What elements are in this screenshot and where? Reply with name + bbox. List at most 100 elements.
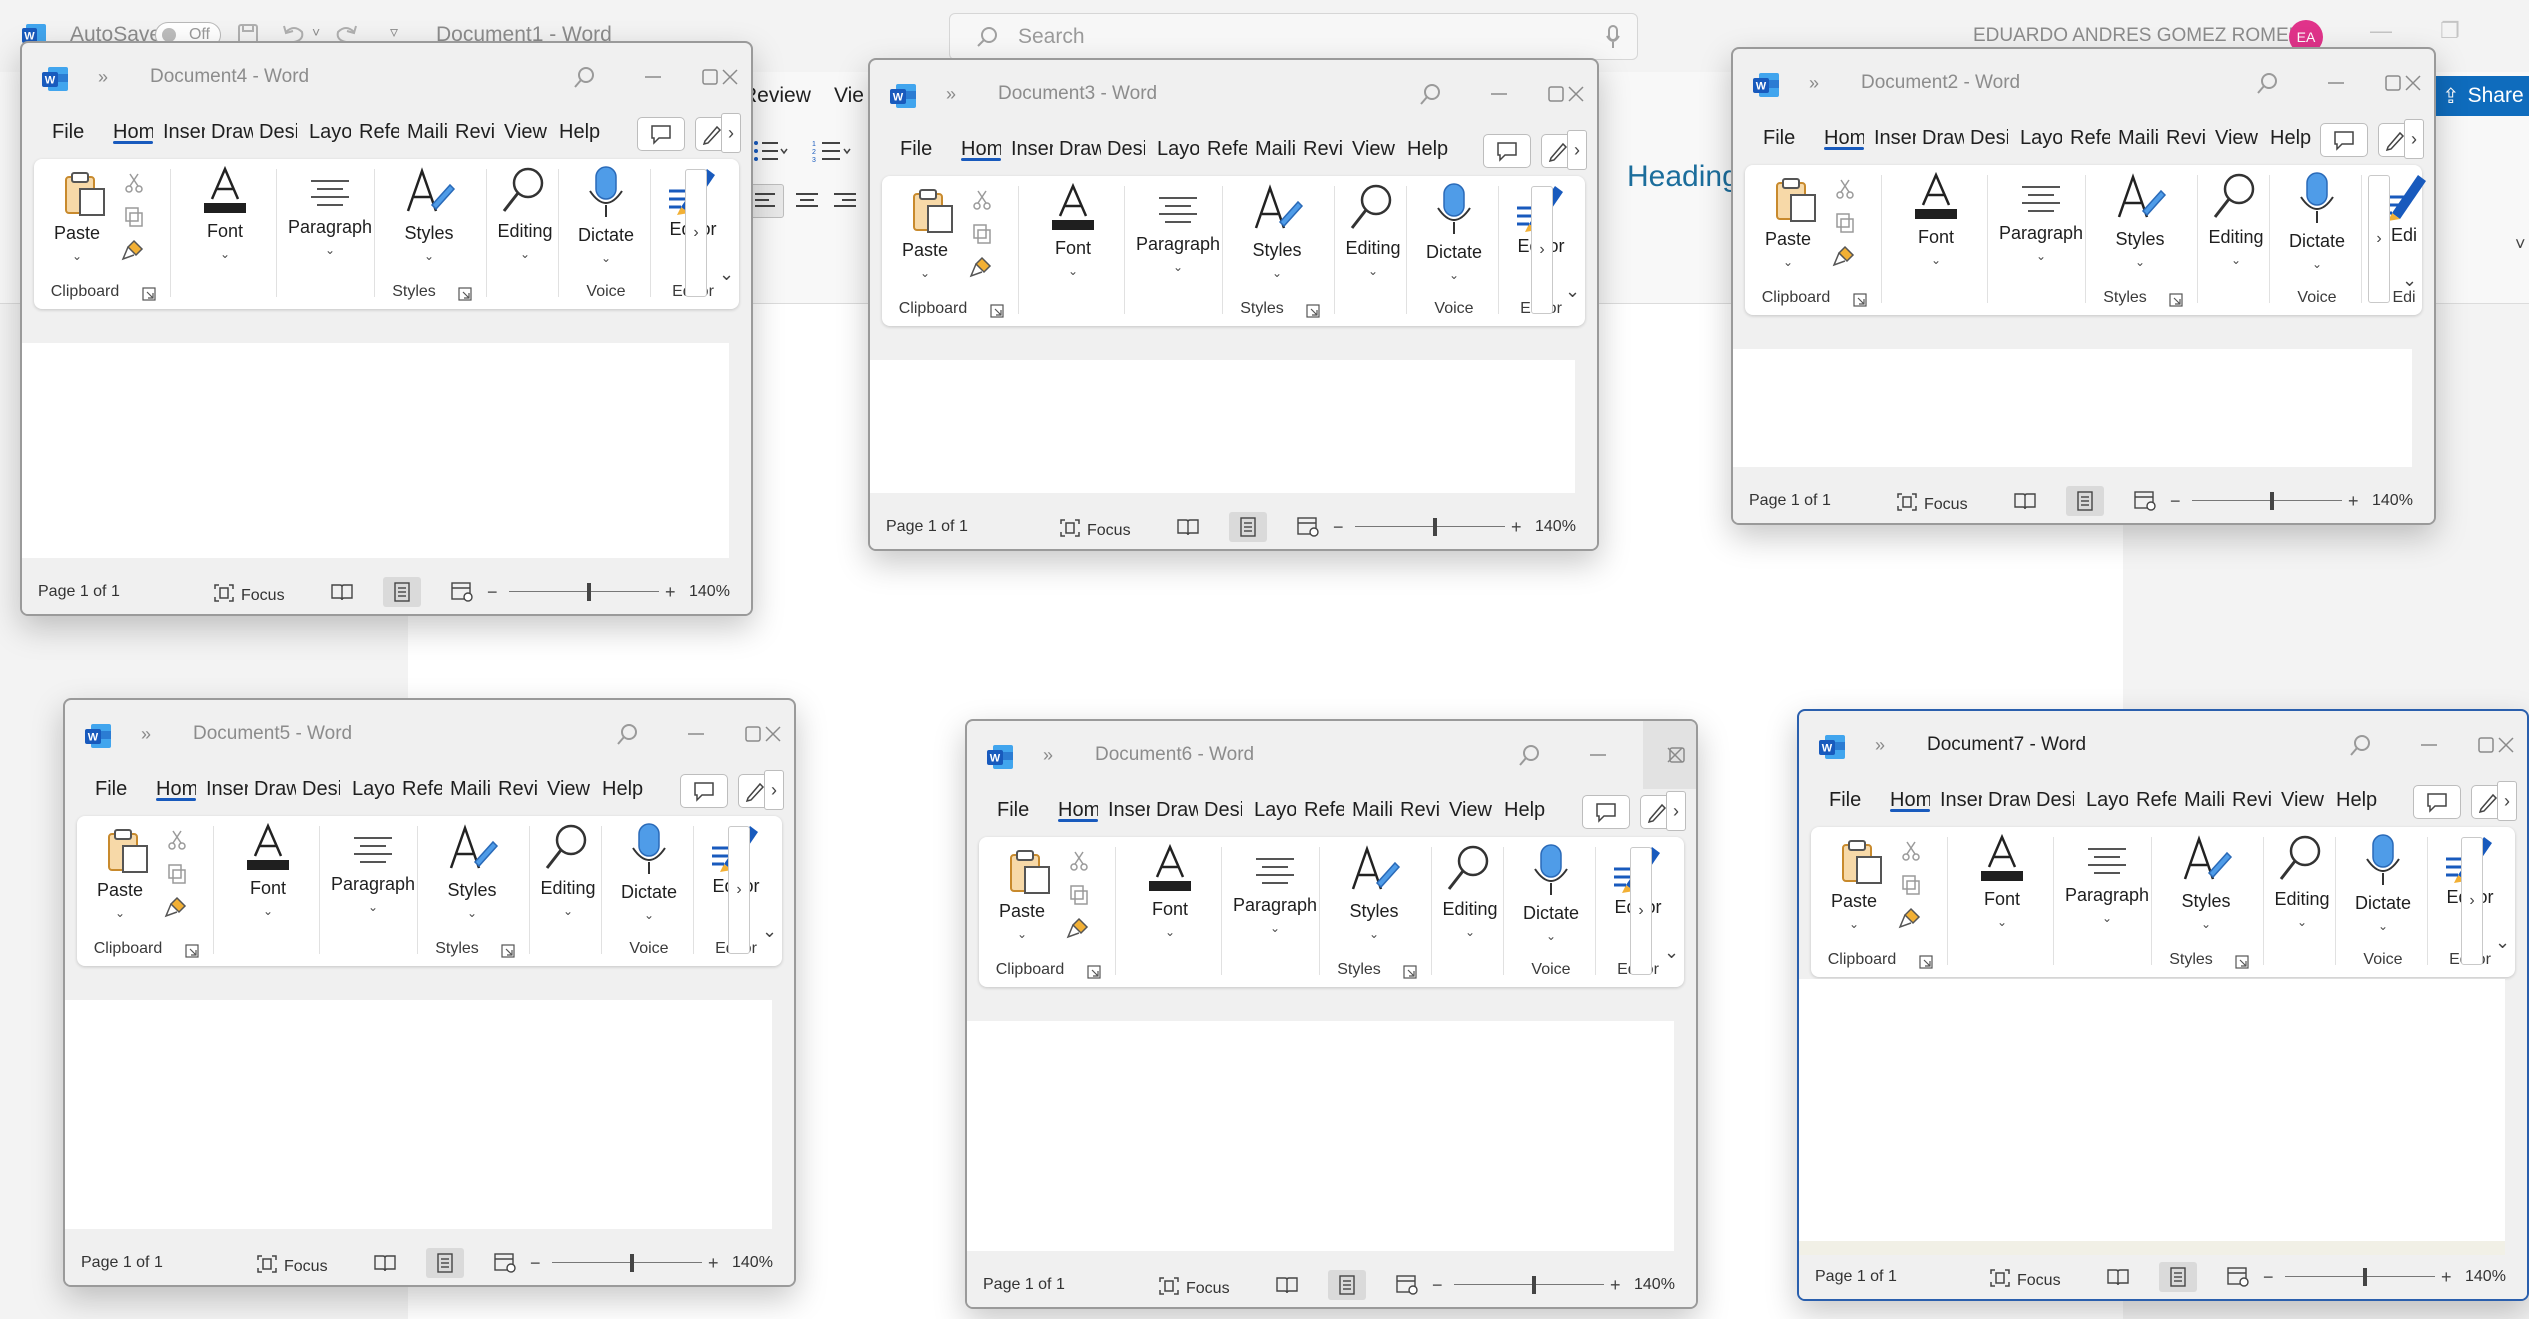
font-dropdown-icon[interactable]: ⌄: [1121, 925, 1219, 939]
copy-icon[interactable]: [1899, 873, 1923, 902]
tab-design[interactable]: Desi: [2036, 789, 2074, 812]
tab-draw[interactable]: Draw: [1922, 127, 1964, 150]
document-page[interactable]: [65, 1000, 772, 1229]
align-center-icon[interactable]: [792, 186, 822, 216]
tabs-overflow-icon[interactable]: ›: [764, 770, 784, 810]
styles-icon[interactable]: [417, 822, 527, 879]
tab-view[interactable]: View: [2281, 789, 2324, 812]
zoom-level[interactable]: 140%: [732, 1254, 773, 1272]
styles-dropdown-icon[interactable]: ⌄: [2085, 255, 2195, 269]
ribbon-overflow-icon[interactable]: ›: [685, 169, 707, 297]
print-layout-button[interactable]: [383, 577, 421, 607]
format-painter-icon[interactable]: [1065, 915, 1091, 946]
paragraph-button-label[interactable]: Paragraph: [279, 217, 381, 238]
tab-draw[interactable]: Draw: [1059, 138, 1101, 161]
ribbon-overflow-icon[interactable]: ›: [1531, 186, 1553, 314]
styles-button-label[interactable]: Styles: [374, 223, 484, 244]
more-commands-icon[interactable]: »: [141, 724, 151, 745]
paste-icon[interactable]: [60, 169, 110, 224]
tabs-overflow-icon[interactable]: ›: [721, 113, 741, 153]
zoom-out-icon[interactable]: −: [1432, 1275, 1443, 1296]
tab-help[interactable]: Help: [602, 778, 643, 801]
paragraph-dropdown-icon[interactable]: ⌄: [2056, 911, 2158, 925]
styles-dropdown-icon[interactable]: ⌄: [2151, 917, 2261, 931]
format-painter-icon[interactable]: [120, 237, 146, 268]
paste-dropdown-icon[interactable]: ⌄: [87, 906, 153, 920]
paragraph-dropdown-icon[interactable]: ⌄: [1127, 260, 1229, 274]
font-dropdown-icon[interactable]: ⌄: [219, 904, 317, 918]
align-right-icon[interactable]: [830, 186, 860, 216]
dictate-dropdown-icon[interactable]: ⌄: [2273, 257, 2361, 271]
page-count[interactable]: Page 1 of 1: [983, 1276, 1065, 1294]
title-bar[interactable]: W » Document7 - Word: [1799, 711, 2527, 781]
word-window-doc7[interactable]: W » Document7 - Word File Hom Inser Draw Desi La…: [1797, 709, 2529, 1301]
cut-icon[interactable]: [1899, 839, 1923, 868]
word-window-doc5[interactable]: W » Document5 - Word File Hom Inser Draw Desi La…: [63, 698, 796, 1287]
title-bar[interactable]: W » Document2 - Word: [1733, 49, 2434, 119]
tab-mailings[interactable]: Maili: [407, 121, 448, 144]
dialog-launcher-icon[interactable]: [2169, 293, 2183, 307]
ribbon-collapse-icon[interactable]: ˅: [2515, 234, 2526, 255]
tab-design[interactable]: Desi: [1107, 138, 1145, 161]
more-commands-icon[interactable]: »: [946, 84, 956, 105]
focus-button[interactable]: Focus: [256, 1254, 328, 1279]
zoom-out-icon[interactable]: −: [2263, 1267, 2274, 1288]
dictate-dropdown-icon[interactable]: ⌄: [562, 251, 650, 265]
tabs-overflow-icon[interactable]: ›: [2497, 781, 2517, 821]
editing-button-label[interactable]: Editing: [1434, 899, 1506, 920]
close-icon[interactable]: [718, 65, 742, 89]
close-icon[interactable]: [2401, 71, 2425, 95]
paragraph-button-label[interactable]: Paragraph: [1990, 223, 2092, 244]
cut-icon[interactable]: [165, 828, 189, 857]
read-mode-button[interactable]: [2006, 486, 2044, 516]
word-window-doc2[interactable]: W » Document2 - Word File Hom Inser Draw Desi La…: [1731, 47, 2436, 525]
editing-icon[interactable]: [2266, 833, 2338, 888]
editing-icon[interactable]: [2200, 171, 2272, 226]
ribbon-overflow-icon[interactable]: ›: [2368, 175, 2390, 303]
print-layout-button[interactable]: [426, 1248, 464, 1278]
copy-icon[interactable]: [122, 205, 146, 234]
tab-view[interactable]: View: [2215, 127, 2258, 150]
zoom-slider[interactable]: [2192, 500, 2342, 501]
tab-home[interactable]: Hom: [961, 138, 1001, 161]
bullets-icon[interactable]: [752, 138, 788, 164]
tab-review[interactable]: Revi: [2232, 789, 2272, 812]
minimize-icon[interactable]: [2324, 71, 2348, 95]
paragraph-icon[interactable]: [279, 173, 381, 218]
cut-icon[interactable]: [970, 188, 994, 217]
page-count[interactable]: Page 1 of 1: [81, 1254, 163, 1272]
font-icon[interactable]: [1887, 171, 1985, 226]
print-layout-button[interactable]: [1229, 512, 1267, 542]
tab-review[interactable]: Revi: [1400, 799, 1440, 822]
paste-icon[interactable]: [1771, 175, 1821, 230]
font-dropdown-icon[interactable]: ⌄: [1887, 253, 1985, 267]
tab-draw[interactable]: Draw: [211, 121, 253, 144]
document-page[interactable]: [1799, 979, 2505, 1243]
styles-dropdown-icon[interactable]: ⌄: [1222, 266, 1332, 280]
zoom-slider-thumb[interactable]: [2270, 492, 2274, 510]
web-layout-button[interactable]: [1289, 512, 1327, 542]
microphone-icon[interactable]: [1605, 24, 1621, 50]
tab-file[interactable]: File: [900, 138, 932, 161]
tab-file[interactable]: File: [997, 799, 1029, 822]
dialog-launcher-icon[interactable]: [185, 944, 199, 958]
ribbon-collapse-icon[interactable]: ⌄: [2495, 932, 2510, 953]
close-icon[interactable]: [761, 722, 785, 746]
tab-mailings[interactable]: Maili: [2184, 789, 2225, 812]
dictate-icon[interactable]: [1507, 843, 1595, 902]
tab-insert[interactable]: Inser: [1940, 789, 1982, 812]
tab-insert[interactable]: Inser: [1874, 127, 1916, 150]
heading-style-preview[interactable]: Heading: [1627, 160, 1739, 194]
font-icon[interactable]: [219, 822, 317, 877]
tab-design[interactable]: Desi: [1970, 127, 2008, 150]
dialog-launcher-icon[interactable]: [1853, 293, 1867, 307]
dictate-button-label[interactable]: Dictate: [2273, 231, 2361, 252]
paragraph-button-label[interactable]: Paragraph: [2056, 885, 2158, 906]
tab-layout[interactable]: Layo: [2020, 127, 2062, 150]
zoom-slider[interactable]: [1454, 1284, 1604, 1285]
font-button-label[interactable]: Font: [1024, 238, 1122, 259]
editing-icon[interactable]: [489, 165, 561, 220]
dialog-launcher-icon[interactable]: [1403, 965, 1417, 979]
dialog-launcher-icon[interactable]: [1087, 965, 1101, 979]
web-layout-button[interactable]: [1388, 1270, 1426, 1300]
